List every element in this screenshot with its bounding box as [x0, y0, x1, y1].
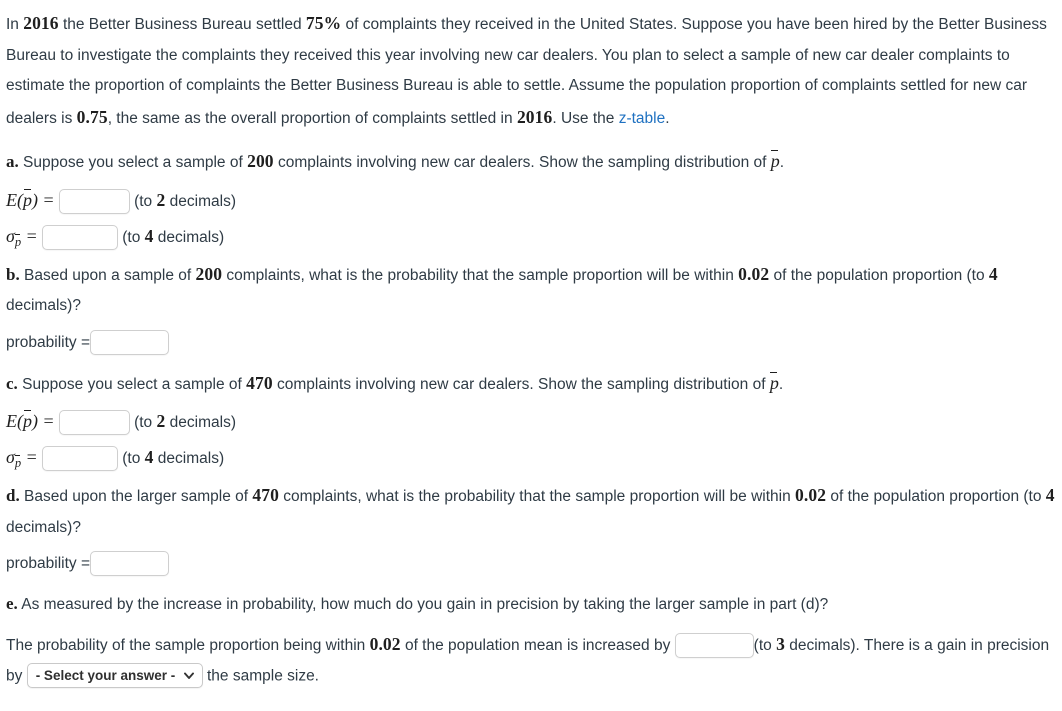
- intro-percent-settled: 75%: [305, 13, 342, 33]
- part-b-probability-input[interactable]: [90, 329, 170, 355]
- part-a-prompt: a. Suppose you select a sample of 200 co…: [6, 146, 1056, 179]
- part-e-margin: 0.02: [369, 633, 401, 654]
- part-b-text-4: decimals)?: [6, 297, 81, 314]
- intro-year-2016-second: 2016: [516, 106, 553, 127]
- part-c-sigma-note-end: decimals): [153, 450, 225, 467]
- part-b-text-2: complaints, what is the probability that…: [222, 266, 739, 284]
- part-c-sigma-decimals: 4: [144, 447, 154, 467]
- intro-text-5: . Use the: [552, 109, 619, 127]
- equals-sign: =: [42, 189, 55, 210]
- expected-value-E: E: [6, 411, 17, 431]
- part-d-text-4: decimals)?: [6, 518, 81, 536]
- equals-sign: =: [25, 225, 38, 246]
- part-c-expected-value-input[interactable]: [58, 410, 130, 436]
- p-bar-symbol: p: [769, 371, 779, 393]
- part-a-text-1: Suppose you select a sample of: [18, 154, 248, 171]
- part-e-summary-3: (to: [753, 636, 777, 654]
- part-b-probability-row: probability =: [6, 326, 1056, 360]
- part-e-summary-1: The probability of the sample proportion…: [6, 636, 370, 654]
- part-b-prompt: b. Based upon a sample of 200 complaints…: [6, 259, 1056, 322]
- part-a-text-3: .: [779, 154, 785, 171]
- part-c-label: c.: [6, 373, 18, 393]
- p-bar-subscript: p: [14, 455, 22, 470]
- intro-text-2: the Better Business Bureau settled: [58, 16, 306, 33]
- part-a-sample-size: 200: [247, 151, 274, 171]
- part-e-label: e.: [6, 594, 18, 613]
- part-c-expected-value-row: E(p) = (to 2 decimals): [6, 404, 1056, 440]
- question-page: In 2016 the Better Business Bureau settl…: [0, 0, 1062, 692]
- z-table-link[interactable]: z-table: [619, 110, 666, 127]
- part-e-decimals: 3: [776, 633, 785, 654]
- intro-population-proportion: 0.75: [76, 106, 108, 127]
- intro-paragraph: In 2016 the Better Business Bureau settl…: [6, 8, 1056, 134]
- part-e-prompt: e. As measured by the increase in probab…: [6, 589, 1056, 621]
- part-e-text-1: As measured by the increase in probabili…: [17, 596, 829, 613]
- part-d-prompt: d. Based upon the larger sample of 470 c…: [6, 480, 1056, 543]
- paren-close: ): [32, 189, 38, 210]
- part-c-std-error-input[interactable]: [41, 446, 118, 472]
- part-b-sample-size: 200: [195, 263, 223, 284]
- part-c-text-2: complaints involving new car dealers. Sh…: [272, 375, 770, 393]
- sigma-symbol: σ: [6, 225, 15, 246]
- p-bar-symbol: p: [23, 188, 32, 210]
- part-d-text-2: complaints, what is the probability that…: [278, 488, 796, 505]
- equals-sign: =: [25, 447, 38, 467]
- part-e-increase-input[interactable]: [674, 632, 754, 658]
- part-c-sample-size: 470: [246, 372, 273, 393]
- expected-value-E: E: [6, 189, 17, 210]
- part-a-std-error-input[interactable]: [41, 224, 118, 250]
- part-d-sample-size: 470: [252, 485, 279, 505]
- paren-close: ): [32, 411, 38, 431]
- part-c-expected-note-end: decimals): [165, 414, 236, 431]
- part-a-expected-note-end: decimals): [165, 192, 236, 210]
- part-d-text-3: of the population proportion (to: [826, 488, 1046, 505]
- intro-text-6: .: [665, 109, 670, 127]
- equals-sign: =: [42, 411, 55, 431]
- part-a-sigma-note-end: decimals): [153, 228, 225, 246]
- p-bar-symbol: p: [770, 150, 780, 171]
- part-b-probability-label: probability =: [6, 333, 91, 351]
- part-b-text-3: of the population proportion (to: [769, 266, 989, 284]
- intro-text-1: In: [6, 16, 24, 33]
- part-c-prompt: c. Suppose you select a sample of 470 co…: [6, 368, 1056, 401]
- part-d-probability-input[interactable]: [90, 551, 170, 577]
- p-bar-symbol: p: [23, 410, 32, 431]
- part-c-std-error-row: σp = (to 4 decimals): [6, 440, 1056, 476]
- part-c-text-1: Suppose you select a sample of: [17, 375, 247, 393]
- part-b-text-1: Based upon a sample of: [19, 266, 196, 284]
- part-d-probability-row: probability =: [6, 547, 1056, 581]
- part-a-text-2: complaints involving new car dealers. Sh…: [273, 154, 771, 171]
- part-d-decimals: 4: [1045, 485, 1055, 505]
- part-b-margin: 0.02: [738, 263, 770, 284]
- part-b-label: b.: [6, 264, 20, 284]
- intro-text-4: , the same as the overall proportion of …: [107, 109, 517, 127]
- part-d-label: d.: [6, 486, 20, 505]
- p-bar-subscript: p: [14, 233, 22, 249]
- part-a-expected-note-start: (to: [134, 192, 157, 210]
- part-e-answer-select[interactable]: - Select your answer -increasingdecreasi…: [26, 663, 203, 689]
- part-d-probability-label: probability =: [6, 555, 91, 572]
- part-d-text-1: Based upon the larger sample of: [19, 488, 253, 505]
- part-a-label: a.: [6, 152, 19, 171]
- part-a-expected-value-input[interactable]: [58, 188, 130, 214]
- part-a-sigma-note-start: (to: [122, 228, 145, 246]
- part-e-summary-5: the sample size.: [202, 667, 319, 685]
- part-a-expected-value-row: E(p) = (to 2 decimals): [6, 183, 1056, 219]
- part-a-sigma-decimals: 4: [144, 225, 154, 246]
- part-c-expected-note-start: (to: [134, 414, 157, 431]
- part-e-summary-2: of the population mean is increased by: [400, 636, 675, 654]
- part-a-std-error-row: σp = (to 4 decimals): [6, 219, 1056, 255]
- part-e-answer-statement: The probability of the sample proportion…: [6, 629, 1056, 692]
- part-c-sigma-note-start: (to: [122, 450, 145, 467]
- part-c-text-3: .: [778, 375, 784, 393]
- sigma-symbol: σ: [6, 447, 15, 467]
- part-d-margin: 0.02: [795, 485, 827, 505]
- intro-year-2016: 2016: [23, 13, 59, 33]
- part-b-decimals: 4: [988, 263, 998, 284]
- part-e-select-wrapper: - Select your answer -increasingdecreasi…: [26, 661, 203, 692]
